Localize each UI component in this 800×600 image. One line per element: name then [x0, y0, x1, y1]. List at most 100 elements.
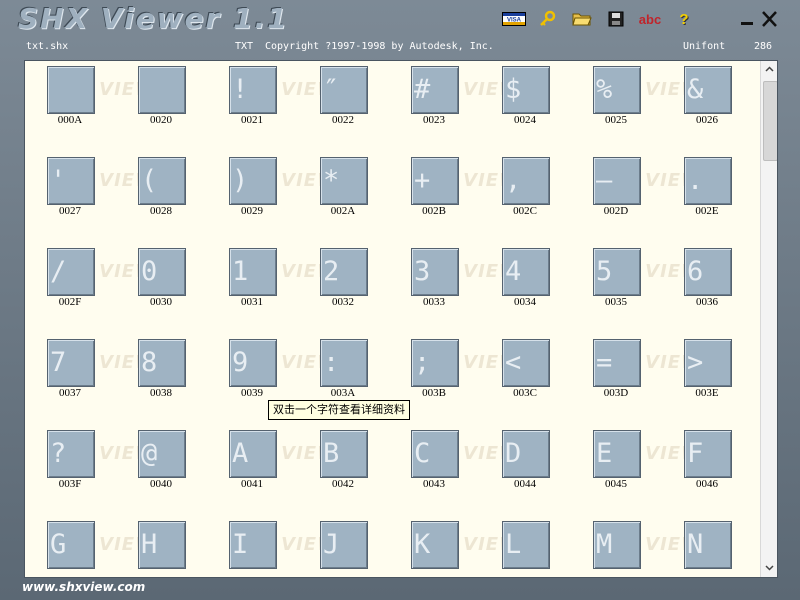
scroll-up-button[interactable] — [761, 61, 777, 78]
glyph-cell[interactable]: ' 0027 — [25, 152, 95, 232]
glyph-cell[interactable]: F 0046 — [662, 425, 732, 505]
glyph-cell[interactable]: / 002F — [25, 243, 95, 323]
glyph-tile[interactable]: 9 — [229, 339, 277, 387]
glyph-tile[interactable]: ; — [411, 339, 459, 387]
scroll-down-button[interactable] — [761, 559, 777, 576]
glyph-tile[interactable]: ) — [229, 157, 277, 205]
glyph-tile[interactable]: + — [411, 157, 459, 205]
glyph-cell[interactable]: , 002C — [480, 152, 550, 232]
glyph-tile[interactable]: ! — [229, 66, 277, 114]
glyph-cell[interactable]: D 0044 — [480, 425, 550, 505]
glyph-cell[interactable]: N — [662, 516, 732, 577]
glyph-tile[interactable]: 7 — [47, 339, 95, 387]
glyph-cell[interactable]: % 0025 — [571, 61, 641, 141]
glyph-cell[interactable]: . 002E — [662, 152, 732, 232]
glyph-cell[interactable]: <003C — [480, 334, 550, 414]
glyph-tile[interactable]: > — [684, 339, 732, 387]
glyph-cell[interactable]: B 0042 — [298, 425, 368, 505]
glyph-cell[interactable]: 9 0039 — [207, 334, 277, 414]
glyph-cell[interactable]: ″ 0022 — [298, 61, 368, 141]
save-button[interactable] — [602, 8, 630, 30]
glyph-tile[interactable]: H — [138, 521, 186, 569]
glyph-tile[interactable]: , — [502, 157, 550, 205]
glyph-cell[interactable]: K — [389, 516, 459, 577]
glyph-cell[interactable]: – 002D — [571, 152, 641, 232]
close-button[interactable] — [760, 8, 780, 30]
glyph-tile[interactable]: @ — [138, 430, 186, 478]
glyph-cell[interactable]: C 0043 — [389, 425, 459, 505]
minimize-button[interactable] — [738, 8, 758, 30]
glyph-cell[interactable]: 0020 — [116, 61, 186, 141]
glyph-cell[interactable]: = 003D — [571, 334, 641, 414]
glyph-tile[interactable]: N — [684, 521, 732, 569]
glyph-cell[interactable]: +002B — [389, 152, 459, 232]
vertical-scrollbar[interactable] — [760, 61, 777, 577]
glyph-tile[interactable]: D — [502, 430, 550, 478]
glyph-tile[interactable]: & — [684, 66, 732, 114]
glyph-cell[interactable]: A 0041 — [207, 425, 277, 505]
glyph-cell[interactable]: $0024 — [480, 61, 550, 141]
glyph-tile[interactable]: % — [593, 66, 641, 114]
glyph-tile[interactable]: – — [593, 157, 641, 205]
glyph-cell[interactable]: 2 0032 — [298, 243, 368, 323]
glyph-cell[interactable]: G — [25, 516, 95, 577]
glyph-cell[interactable]: H — [116, 516, 186, 577]
glyph-cell[interactable]: 0 0030 — [116, 243, 186, 323]
glyph-tile[interactable]: = — [593, 339, 641, 387]
glyph-cell[interactable]: 4 0034 — [480, 243, 550, 323]
glyph-cell[interactable]: @0040 — [116, 425, 186, 505]
glyph-cell[interactable]: & 0026 — [662, 61, 732, 141]
glyph-tile[interactable] — [138, 66, 186, 114]
glyph-tile[interactable]: I — [229, 521, 277, 569]
glyph-tile[interactable]: G — [47, 521, 95, 569]
glyph-tile[interactable]: / — [47, 248, 95, 296]
glyph-cell[interactable]: J — [298, 516, 368, 577]
abc-button[interactable]: abc — [636, 8, 664, 30]
glyph-tile[interactable]: ' — [47, 157, 95, 205]
glyph-tile[interactable]: * — [320, 157, 368, 205]
glyph-tile[interactable]: L — [502, 521, 550, 569]
glyph-tile[interactable]: . — [684, 157, 732, 205]
glyph-tile[interactable]: E — [593, 430, 641, 478]
glyph-cell[interactable]: I — [207, 516, 277, 577]
glyph-tile[interactable]: J — [320, 521, 368, 569]
glyph-cell[interactable]: ! 0021 — [207, 61, 277, 141]
glyph-cell[interactable]: E 0045 — [571, 425, 641, 505]
glyph-cell[interactable]: 000A — [25, 61, 95, 141]
website-link[interactable]: www.shxview.com — [22, 580, 145, 594]
glyph-cell[interactable]: M — [571, 516, 641, 577]
glyph-tile[interactable]: C — [411, 430, 459, 478]
glyph-cell[interactable]: ) 0029 — [207, 152, 277, 232]
visa-button[interactable]: VISA — [500, 8, 528, 30]
glyph-cell[interactable]: 1 0031 — [207, 243, 277, 323]
open-button[interactable] — [568, 8, 596, 30]
glyph-cell[interactable]: 7 0037 — [25, 334, 95, 414]
glyph-tile[interactable]: $ — [502, 66, 550, 114]
glyph-cell[interactable]: ? 003F — [25, 425, 95, 505]
glyph-tile[interactable]: A — [229, 430, 277, 478]
glyph-cell[interactable]: 6 0036 — [662, 243, 732, 323]
glyph-tile[interactable]: ? — [47, 430, 95, 478]
glyph-tile[interactable]: 1 — [229, 248, 277, 296]
help-button[interactable]: ? — [670, 8, 698, 30]
glyph-tile[interactable]: B — [320, 430, 368, 478]
glyph-tile[interactable]: K — [411, 521, 459, 569]
glyph-tile[interactable]: ″ — [320, 66, 368, 114]
glyph-tile[interactable]: 0 — [138, 248, 186, 296]
glyph-tile[interactable]: 2 — [320, 248, 368, 296]
glyph-cell[interactable]: #0023 — [389, 61, 459, 141]
glyph-tile[interactable] — [47, 66, 95, 114]
glyph-cell[interactable]: 5 0035 — [571, 243, 641, 323]
glyph-tile[interactable]: < — [502, 339, 550, 387]
glyph-tile[interactable]: M — [593, 521, 641, 569]
glyph-tile[interactable]: 5 — [593, 248, 641, 296]
glyph-cell[interactable]: * 002A — [298, 152, 368, 232]
glyph-cell[interactable]: (0028 — [116, 152, 186, 232]
glyph-cell[interactable]: L — [480, 516, 550, 577]
glyph-tile[interactable]: 4 — [502, 248, 550, 296]
glyph-tile[interactable]: # — [411, 66, 459, 114]
glyph-cell[interactable]: >003E — [662, 334, 732, 414]
scroll-thumb[interactable] — [763, 81, 777, 161]
glyph-tile[interactable]: 3 — [411, 248, 459, 296]
glyph-tile[interactable]: 6 — [684, 248, 732, 296]
